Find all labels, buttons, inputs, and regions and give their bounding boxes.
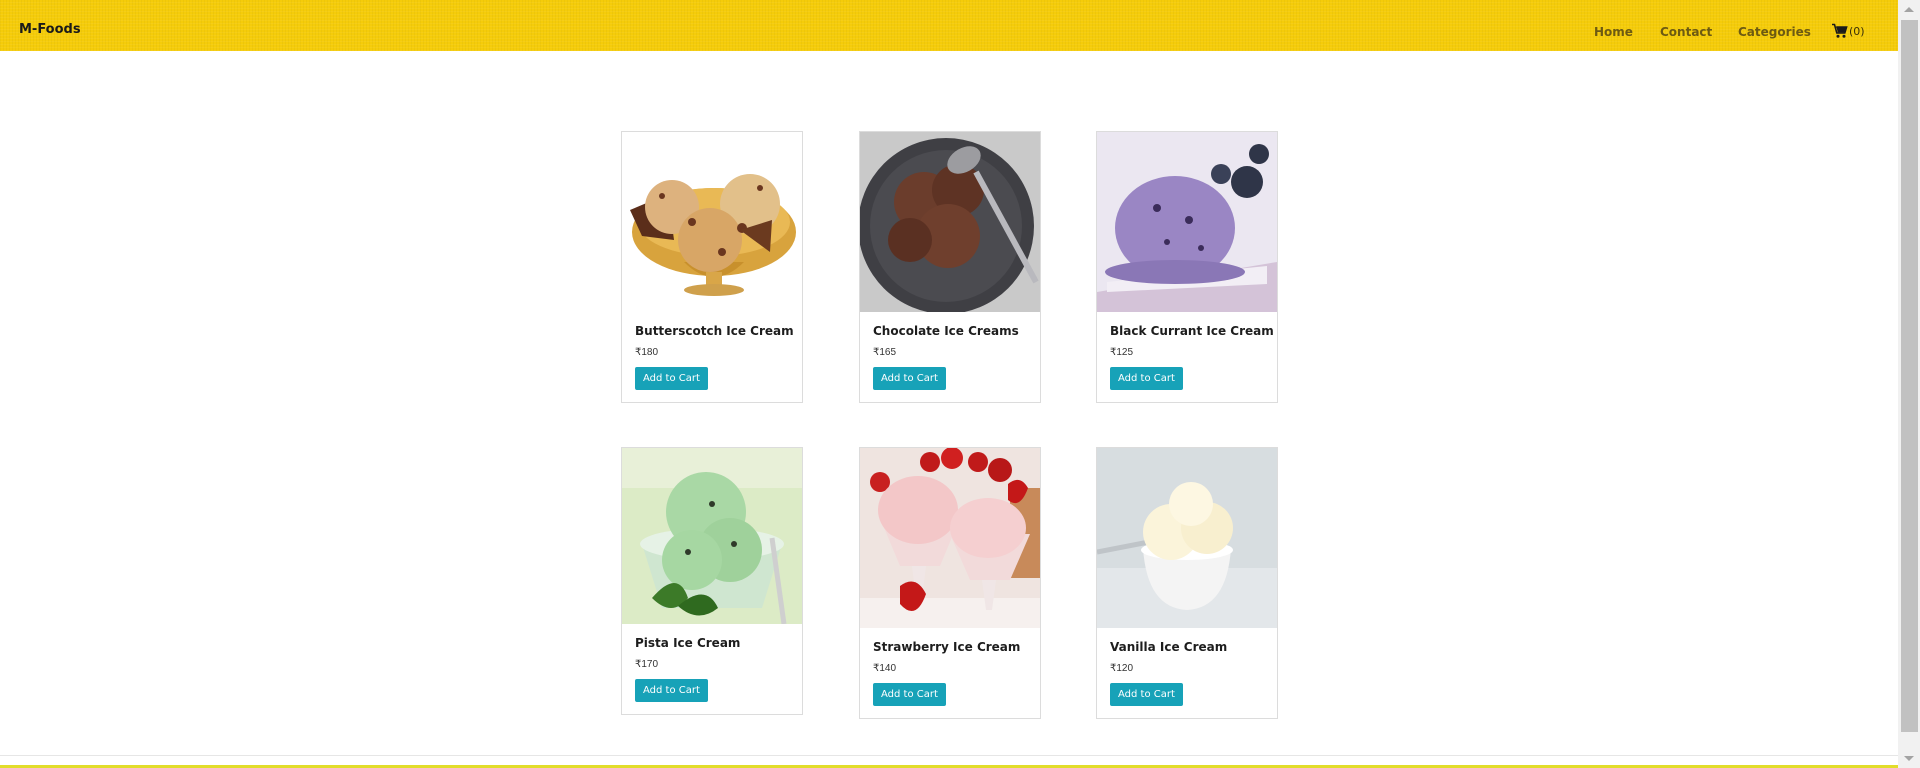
add-to-cart-button[interactable]: Add to Cart (873, 367, 946, 390)
product-card-chocolate[interactable]: Chocolate Ice Creams ₹165 Add to Cart (859, 131, 1041, 403)
scroll-up-icon[interactable] (1904, 7, 1914, 12)
product-image[interactable] (860, 132, 1040, 312)
product-card-vanilla[interactable]: Vanilla Ice Cream ₹120 Add to Cart (1096, 447, 1278, 719)
navbar: M-Foods Home Contact Categories (0) (0, 0, 1898, 51)
product-name[interactable]: Black Currant Ice Cream (1110, 324, 1274, 338)
nav-contact-link[interactable]: Contact (1660, 25, 1712, 39)
product-image[interactable] (1097, 132, 1277, 312)
product-card-strawberry[interactable]: Strawberry Ice Cream ₹140 Add to Cart (859, 447, 1041, 719)
product-name[interactable]: Vanilla Ice Cream (1110, 640, 1264, 654)
product-price: ₹140 (873, 663, 897, 674)
page-scrollbar[interactable] (1898, 0, 1920, 768)
add-to-cart-button[interactable]: Add to Cart (873, 683, 946, 706)
product-name[interactable]: Chocolate Ice Creams (873, 324, 1027, 338)
product-price: ₹120 (1110, 663, 1134, 674)
scroll-thumb[interactable] (1901, 20, 1918, 732)
product-image[interactable] (1097, 448, 1277, 628)
footer-divider (0, 755, 1898, 756)
product-price: ₹180 (635, 347, 659, 358)
product-card-pista[interactable]: Pista Ice Cream ₹170 Add to Cart (621, 447, 803, 715)
product-price: ₹125 (1110, 347, 1134, 358)
product-name[interactable]: Butterscotch Ice Cream (635, 324, 794, 338)
cart-icon (1832, 23, 1848, 38)
product-name[interactable]: Pista Ice Cream (635, 636, 789, 650)
scroll-down-icon[interactable] (1904, 756, 1914, 761)
add-to-cart-button[interactable]: Add to Cart (1110, 367, 1183, 390)
add-to-cart-button[interactable]: Add to Cart (1110, 683, 1183, 706)
nav-home-link[interactable]: Home (1594, 25, 1633, 39)
nav-categories-link[interactable]: Categories (1738, 25, 1811, 39)
product-image[interactable] (860, 448, 1040, 628)
product-image[interactable] (622, 448, 802, 624)
nav-links: Home Contact Categories (0, 25, 1898, 41)
product-image[interactable] (622, 132, 802, 312)
cart-count: (0) (1849, 24, 1865, 38)
add-to-cart-button[interactable]: Add to Cart (635, 679, 708, 702)
product-price: ₹170 (635, 659, 659, 670)
product-card-butterscotch[interactable]: Butterscotch Ice Cream ₹180 Add to Cart (621, 131, 803, 403)
add-to-cart-button[interactable]: Add to Cart (635, 367, 708, 390)
product-name[interactable]: Strawberry Ice Cream (873, 640, 1027, 654)
product-price: ₹165 (873, 347, 897, 358)
product-card-black-currant[interactable]: Black Currant Ice Cream ₹125 Add to Cart (1096, 131, 1278, 403)
cart-link[interactable]: (0) (1832, 23, 1865, 39)
